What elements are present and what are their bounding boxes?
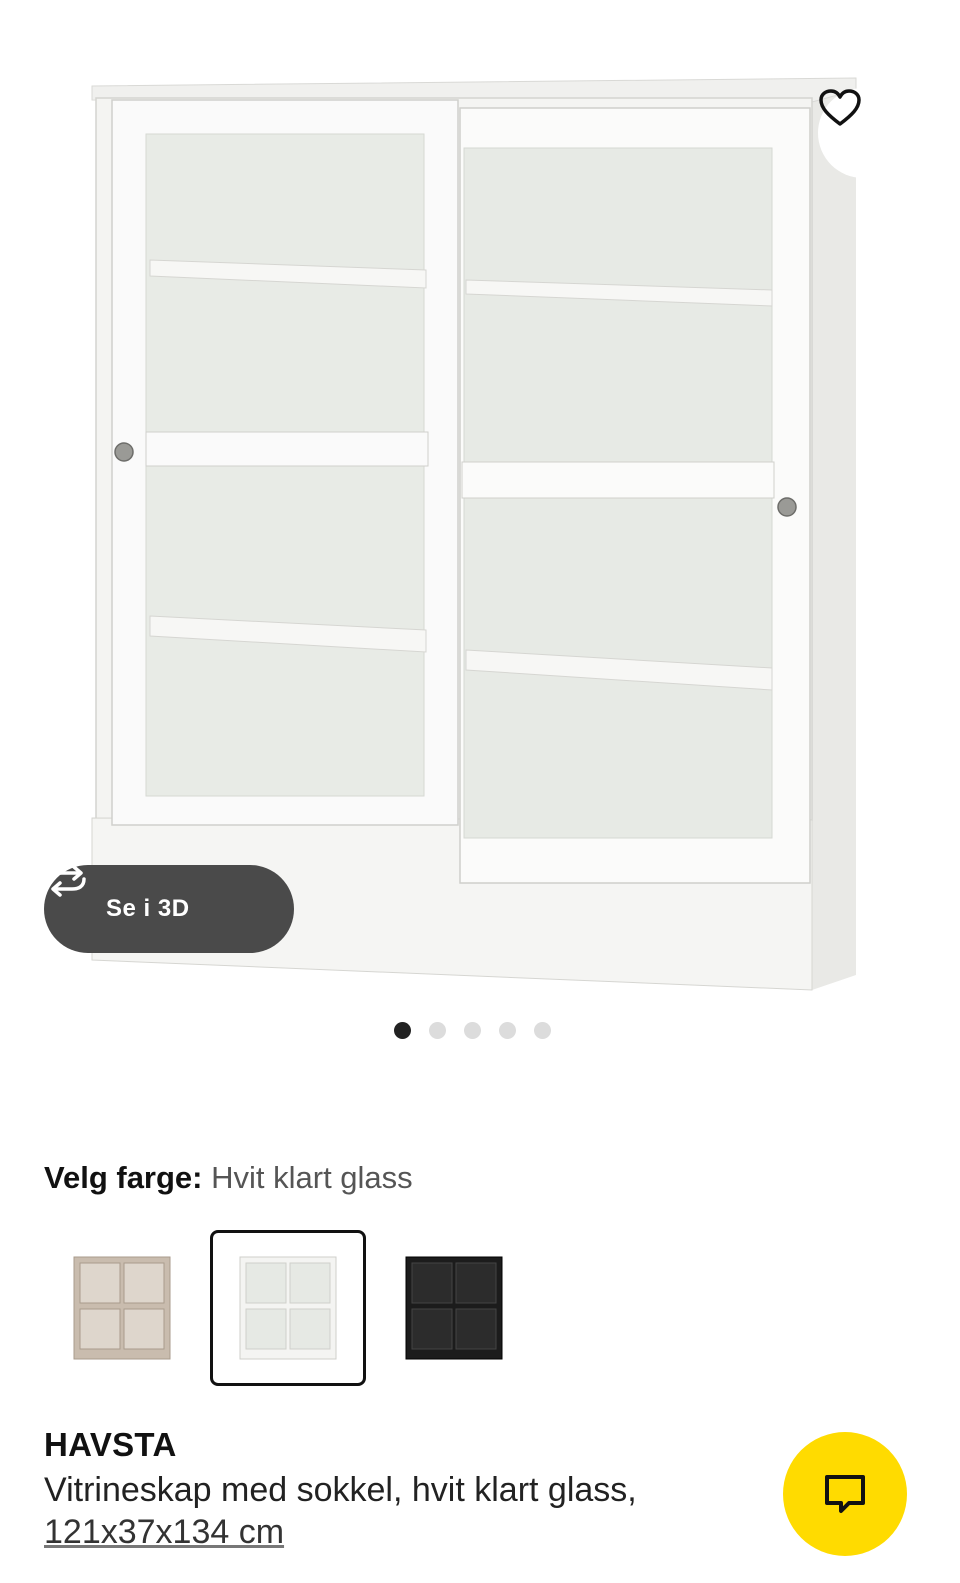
carousel-dot-1[interactable] (394, 1022, 411, 1039)
chat-bubble-icon (825, 1475, 865, 1513)
carousel-dot-3[interactable] (464, 1022, 481, 1039)
selected-color-value: Hvit klart glass (211, 1160, 413, 1195)
carousel-indicator (394, 1022, 551, 1039)
cabinet-thumbnail-beige (73, 1256, 171, 1360)
cabinet-illustration (91, 77, 857, 991)
color-label: Velg farge: (44, 1160, 203, 1195)
product-name: HAVSTA (44, 1426, 177, 1463)
color-swatch-beige[interactable] (44, 1230, 200, 1386)
carousel-dot-5[interactable] (534, 1022, 551, 1039)
carousel-dot-4[interactable] (499, 1022, 516, 1039)
view-in-3d-label: Se i 3D (106, 895, 190, 922)
product-description: Vitrineskap med sokkel, hvit klart glass… (44, 1471, 637, 1509)
color-selector-heading: Velg farge: Hvit klart glass (44, 1160, 413, 1196)
favorite-button[interactable] (818, 88, 908, 178)
rotate-3d-icon (48, 865, 86, 897)
color-swatch-list (44, 1230, 564, 1388)
heart-icon (819, 89, 861, 126)
carousel-dot-2[interactable] (429, 1022, 446, 1039)
cabinet-thumbnail-black (405, 1256, 503, 1360)
cabinet-thumbnail-white (239, 1256, 337, 1360)
color-swatch-black[interactable] (376, 1230, 532, 1386)
view-in-3d-button[interactable]: Se i 3D (44, 865, 294, 953)
color-swatch-white[interactable] (210, 1230, 366, 1386)
product-size-link[interactable]: 121x37x134 cm (44, 1513, 284, 1552)
product-image[interactable]: Se i 3D (0, 0, 960, 1010)
chat-button[interactable] (783, 1432, 907, 1556)
